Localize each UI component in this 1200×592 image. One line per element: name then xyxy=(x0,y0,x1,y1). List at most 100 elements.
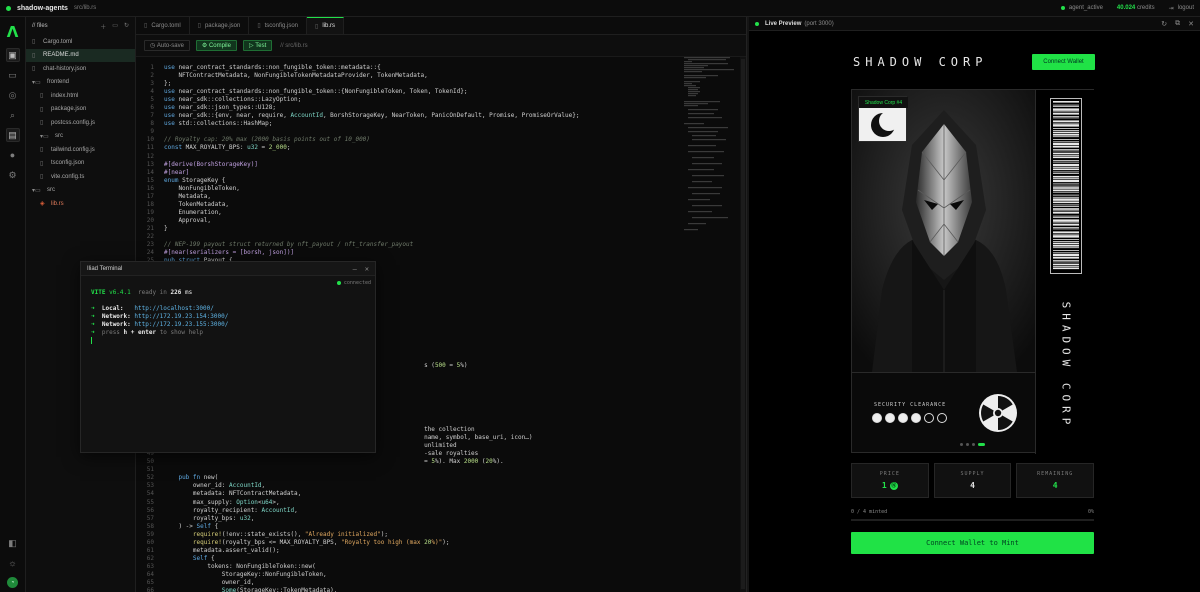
code-line: 60 require!(royalty_bps <= MAX_ROYALTY_B… xyxy=(136,539,738,547)
refresh-icon[interactable]: ↻ xyxy=(124,22,129,31)
status-dot xyxy=(6,5,11,11)
file-tree-item[interactable]: ▯ tsconfig.json xyxy=(26,157,135,171)
agent-icon[interactable]: ◎ xyxy=(6,88,20,102)
minted-count: 0 / 4 minted xyxy=(851,509,888,515)
editor-toolbar: ◷ Auto-save ⚙ Compile ▷ Test // src/lib.… xyxy=(136,35,746,57)
code-line: 11 const MAX_ROYALTY_BPS: u32 = 2_000; xyxy=(136,144,738,152)
line-number: 11 xyxy=(146,144,154,152)
tab-lib-rs[interactable]: ▯ lib.rs xyxy=(307,17,344,34)
line-number: 20 xyxy=(146,216,154,224)
near-token-icon: Ⓝ xyxy=(889,481,898,490)
local-url-link[interactable]: http://localhost:3000/ xyxy=(134,305,213,312)
file-tree-item[interactable]: ▾▭ frontend xyxy=(26,76,135,90)
line-number: 21 xyxy=(146,224,154,232)
pager-dot[interactable] xyxy=(972,443,975,446)
clearance-dot xyxy=(924,413,934,423)
file-tree-item[interactable]: ▯ package.json xyxy=(26,103,135,117)
new-folder-icon[interactable]: ▭ xyxy=(112,22,118,31)
connection-status: connected xyxy=(336,280,371,286)
barcode-panel: SHADOW CORP xyxy=(1035,90,1095,454)
logout-button[interactable]: ⇥ logout xyxy=(1169,5,1194,12)
new-file-icon[interactable]: ＋ xyxy=(100,22,106,31)
theme-icon[interactable]: ☼ xyxy=(6,556,20,570)
autosave-toggle[interactable]: ◷ Auto-save xyxy=(144,40,190,51)
price-stat: PRICE 1 Ⓝ xyxy=(851,463,929,498)
line-number: 53 xyxy=(146,482,154,490)
search-icon[interactable]: ⌕ xyxy=(6,108,20,122)
avatar[interactable]: ◔ xyxy=(7,577,18,588)
mint-stats: PRICE 1 Ⓝ SUPPLY 4 REMAINING 4 xyxy=(851,463,1095,498)
vertical-brand-text: SHADOW CORP xyxy=(1059,301,1073,429)
code-line: 56 royalty_recipient: AccountId, xyxy=(136,507,738,515)
file-tree-item[interactable]: ▾▭ src xyxy=(26,184,135,198)
file-path: // src/lib.rs xyxy=(280,42,308,49)
file-icon: ▯ xyxy=(32,66,36,73)
tab-cargo-toml[interactable]: ▯ Cargo.toml xyxy=(136,17,190,34)
carousel-pager[interactable] xyxy=(960,443,985,446)
local-url-line: ➜ Local: http://localhost:3000/ xyxy=(91,305,214,312)
code-line: 63 tokens: NonFungibleToken::new( xyxy=(136,563,738,571)
line-number: 16 xyxy=(146,184,154,192)
file-tree-item[interactable]: ▯ Cargo.toml xyxy=(26,35,135,49)
mint-button[interactable]: Connect Wallet to Mint xyxy=(851,532,1094,554)
terminal-titlebar[interactable]: Iliad Terminal — ✕ xyxy=(81,262,375,276)
barcode-image xyxy=(1053,101,1079,270)
settings-icon[interactable]: ⚙ xyxy=(6,168,20,182)
file-icon: ▯ xyxy=(32,39,36,46)
network-url-link[interactable]: http://172.19.23.155:3000/ xyxy=(134,321,228,328)
line-number: 17 xyxy=(146,192,154,200)
terminal-cursor xyxy=(91,337,92,344)
network-url-link[interactable]: http://172.19.23.154:3000/ xyxy=(134,313,228,320)
compile-button[interactable]: ⚙ Compile xyxy=(195,40,237,51)
code-line: 64 StorageKey::NonFungibleToken, xyxy=(136,571,738,579)
terminal-icon[interactable]: ▤ xyxy=(5,128,20,142)
folder-icon[interactable]: ▭ xyxy=(6,68,20,82)
tab-tsconfig-json[interactable]: ▯ tsconfig.json xyxy=(249,17,307,34)
file-tree-label: chat-history.json xyxy=(43,65,87,72)
close-icon[interactable]: ✕ xyxy=(365,265,369,273)
external-link-icon[interactable]: ⧉ xyxy=(1175,20,1180,28)
explorer-icon[interactable]: ▣ xyxy=(5,48,20,62)
remaining-value: 4 xyxy=(1052,481,1058,490)
minted-progress-bar xyxy=(851,519,1094,521)
code-line: 53 owner_id: AccountId, xyxy=(136,482,738,490)
compile-icon: ⚙ xyxy=(201,43,209,49)
file-tree-item[interactable]: ▯ vite.config.ts xyxy=(26,170,135,184)
panel-toggle-icon[interactable]: ◧ xyxy=(6,536,20,550)
file-tree-item[interactable]: ▯ tailwind.config.js xyxy=(26,143,135,157)
code-line: 52 pub fn new( xyxy=(136,474,738,482)
arrow-icon: ➜ xyxy=(91,329,95,336)
line-number: 13 xyxy=(146,160,154,168)
test-button[interactable]: ▷ Test xyxy=(242,40,273,51)
code-line: 13 #[derive(BorshStorageKey)] xyxy=(136,161,738,169)
file-tree-item[interactable]: ◈ lib.rs xyxy=(26,197,135,211)
github-icon[interactable]: ● xyxy=(6,148,20,162)
file-tree-item[interactable]: ▾▭ src xyxy=(26,130,135,144)
connect-wallet-button[interactable]: Connect Wallet xyxy=(1032,54,1095,70)
code-line: 2 NFTContractMetadata, NonFungibleTokenM… xyxy=(136,72,738,80)
price-label: PRICE xyxy=(879,471,900,477)
refresh-icon[interactable]: ↻ xyxy=(1161,20,1167,28)
file-tree-label: src xyxy=(55,133,63,140)
minimize-icon[interactable]: — xyxy=(353,265,357,273)
code-line: 7 use near_sdk::{env, near, require, Acco… xyxy=(136,112,738,120)
code-line: 14 #[near] xyxy=(136,169,738,177)
file-tree-item[interactable]: ▯ postcss.config.js xyxy=(26,116,135,130)
terminal-window[interactable]: Iliad Terminal — ✕ connected VITE v6.4.1… xyxy=(80,261,376,453)
arrow-icon: ➜ xyxy=(91,313,95,320)
pager-dot[interactable] xyxy=(978,443,985,446)
file-tree-item[interactable]: ▯ README.md xyxy=(26,48,135,62)
minimap[interactable] xyxy=(684,57,734,237)
tab-package-json[interactable]: ▯ package.json xyxy=(190,17,250,34)
pager-dot[interactable] xyxy=(960,443,963,446)
file-tree-item[interactable]: ▯ chat-history.json xyxy=(26,62,135,76)
code-line: 55 max_supply: Option<u64>, xyxy=(136,499,738,507)
line-number: 6 xyxy=(150,104,154,112)
line-number: 4 xyxy=(150,88,154,96)
file-tree-label: README.md xyxy=(43,52,79,59)
nft-card[interactable]: Shadow Corp #4 SHADOW CORP SECURITY CLEA… xyxy=(851,89,1095,454)
file-tree-label: tsconfig.json xyxy=(51,160,85,167)
pager-dot[interactable] xyxy=(966,443,969,446)
file-tree-item[interactable]: ▯ index.html xyxy=(26,89,135,103)
close-icon[interactable]: ✕ xyxy=(1188,20,1194,28)
